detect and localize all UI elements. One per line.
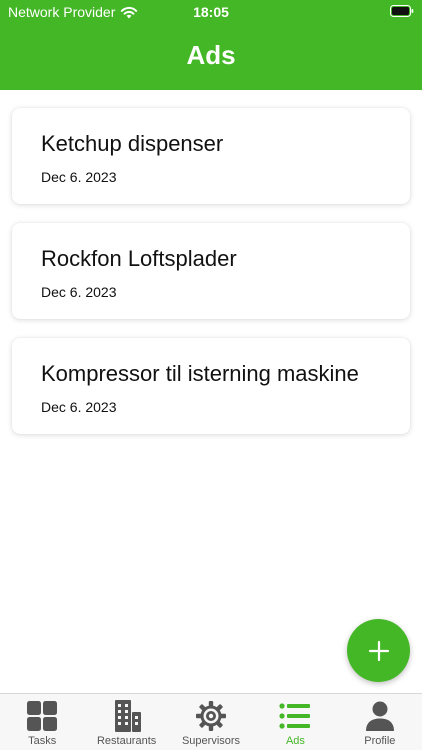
tab-tasks[interactable]: Tasks <box>0 694 84 750</box>
status-time: 18:05 <box>193 4 229 20</box>
list-icon <box>278 699 312 733</box>
tab-label: Restaurants <box>96 735 157 747</box>
person-icon <box>363 699 397 733</box>
gear-icon <box>194 699 228 733</box>
header-bar: Network Provider 18:05 Ads <box>0 0 422 90</box>
ad-card[interactable]: Kompressor til isterning maskine Dec 6. … <box>12 338 410 434</box>
tab-label: Supervisors <box>181 735 241 747</box>
tab-label: Profile <box>364 735 396 747</box>
tab-restaurants[interactable]: Restaurants <box>84 694 168 750</box>
battery-icon <box>390 5 414 17</box>
page-title: Ads <box>186 40 236 70</box>
ad-title: Rockfon Loftsplader <box>41 246 237 271</box>
tab-label: Ads <box>285 735 305 747</box>
ad-date: Dec 6. 2023 <box>41 284 117 300</box>
plus-icon <box>368 640 389 661</box>
grid-icon <box>25 699 59 733</box>
tab-label: Tasks <box>28 735 57 747</box>
ad-title: Kompressor til isterning maskine <box>41 361 359 386</box>
ad-date: Dec 6. 2023 <box>41 399 117 415</box>
status-bar: Network Provider 18:05 <box>0 0 422 24</box>
tab-bar: Tasks Restaurants Supervisors Ads Profil… <box>0 693 422 750</box>
tab-ads[interactable]: Ads <box>253 694 337 750</box>
ad-date: Dec 6. 2023 <box>41 169 117 185</box>
tab-profile[interactable]: Profile <box>338 694 422 750</box>
ad-title: Ketchup dispenser <box>41 131 224 156</box>
add-ad-button[interactable] <box>347 619 410 682</box>
app-screen: Network Provider 18:05 Ads Ketchup dispe… <box>0 0 422 750</box>
ad-card[interactable]: Ketchup dispenser Dec 6. 2023 <box>12 108 410 204</box>
tab-supervisors[interactable]: Supervisors <box>169 694 253 750</box>
ad-card[interactable]: Rockfon Loftsplader Dec 6. 2023 <box>12 223 410 319</box>
building-icon <box>110 699 144 733</box>
ads-list: Ketchup dispenser Dec 6. 2023 Rockfon Lo… <box>12 108 410 453</box>
